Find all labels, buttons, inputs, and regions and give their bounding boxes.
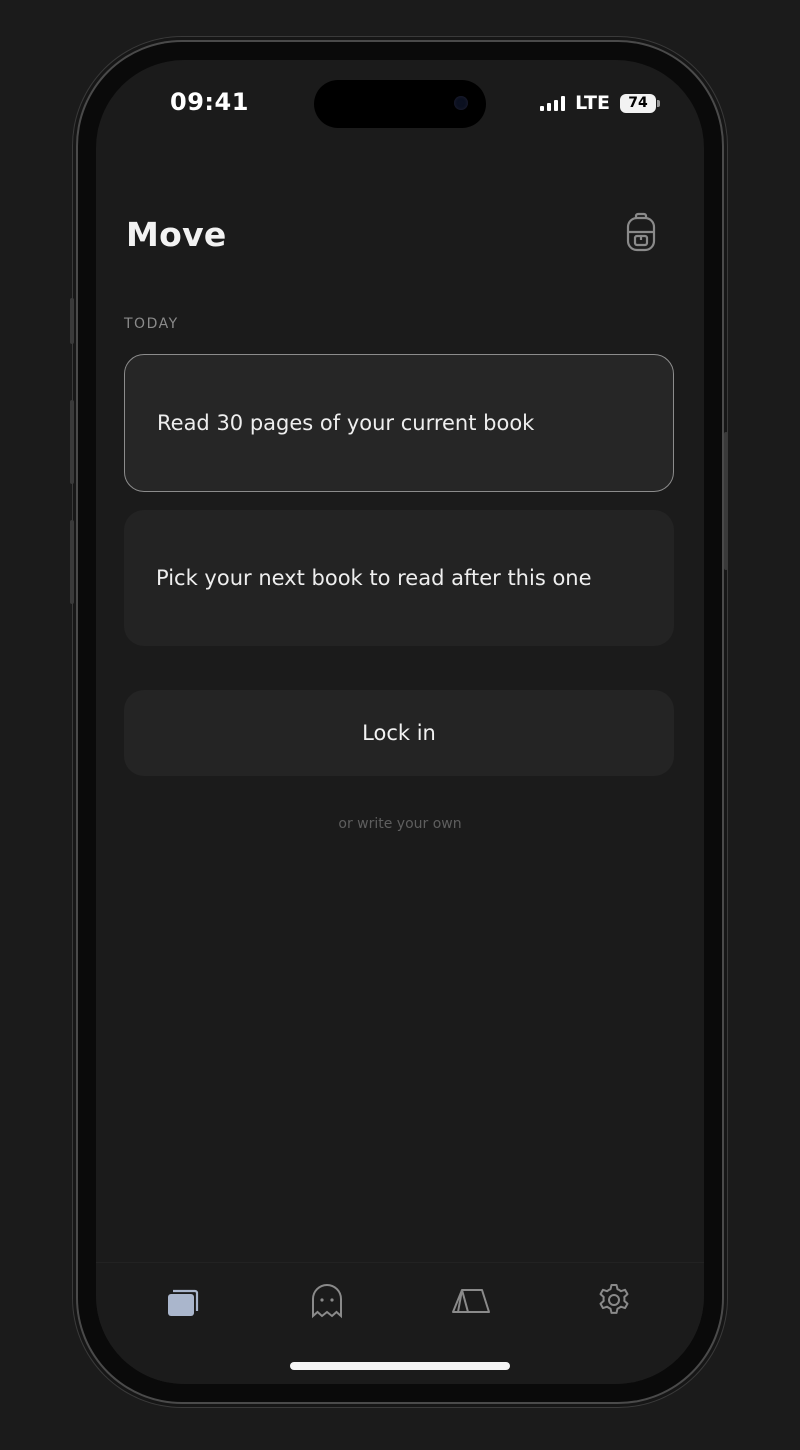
volume-down-button — [70, 520, 74, 604]
network-label: LTE — [575, 92, 610, 114]
mute-switch — [70, 298, 74, 344]
tent-icon — [452, 1289, 490, 1313]
home-indicator[interactable] — [290, 1362, 510, 1370]
ghost-icon — [312, 1284, 342, 1319]
lock-in-button[interactable]: Lock in — [124, 690, 674, 776]
suggestion-card-selected[interactable]: Read 30 pages of your current book — [124, 354, 674, 492]
camera-icon — [454, 96, 468, 110]
write-your-own-link[interactable]: or write your own — [96, 816, 704, 832]
volume-up-button — [70, 400, 74, 484]
app-screen: 09:41 LTE 74 Move TODAY Read 30 pages of… — [96, 60, 704, 1384]
battery-icon: 74 — [620, 93, 660, 113]
suggestion-text: Pick your next book to read after this o… — [156, 566, 592, 590]
tab-settings[interactable] — [594, 1281, 634, 1321]
suggestion-card[interactable]: Pick your next book to read after this o… — [124, 510, 674, 646]
tab-cards[interactable] — [164, 1281, 204, 1321]
status-time: 09:41 — [170, 88, 249, 116]
backpack-icon[interactable] — [624, 212, 658, 252]
status-indicators: LTE 74 — [540, 92, 660, 114]
suggestion-text: Read 30 pages of your current book — [157, 411, 535, 435]
tab-ghost[interactable] — [307, 1281, 347, 1321]
signal-icon — [540, 95, 566, 111]
power-button — [724, 432, 728, 570]
section-label: TODAY — [124, 316, 179, 332]
gear-icon — [599, 1284, 629, 1314]
dynamic-island — [314, 80, 486, 128]
cards-icon — [168, 1289, 199, 1316]
tab-tent[interactable] — [450, 1281, 490, 1321]
page-title: Move — [126, 215, 227, 254]
